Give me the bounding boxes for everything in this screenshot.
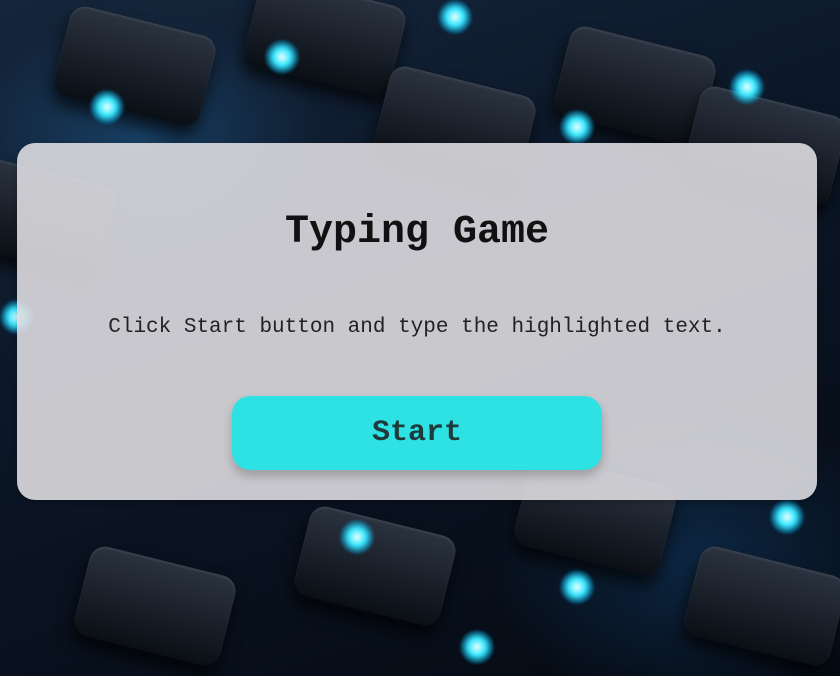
background-key [681,543,840,669]
background-key [291,503,459,629]
key-glow [560,110,594,144]
key-glow [265,40,299,74]
key-glow [340,520,374,554]
key-glow [438,0,472,34]
background-key [51,3,219,129]
key-glow [90,90,124,124]
background-key [71,543,239,669]
key-glow [560,570,594,604]
start-button[interactable]: Start [232,396,602,470]
game-title: Typing Game [284,210,550,255]
key-glow [460,630,494,664]
key-glow [730,70,764,104]
game-card: Typing Game Click Start button and type … [17,143,817,500]
key-glow [770,500,804,534]
instructions-text: Click Start button and type the highligh… [108,316,726,339]
